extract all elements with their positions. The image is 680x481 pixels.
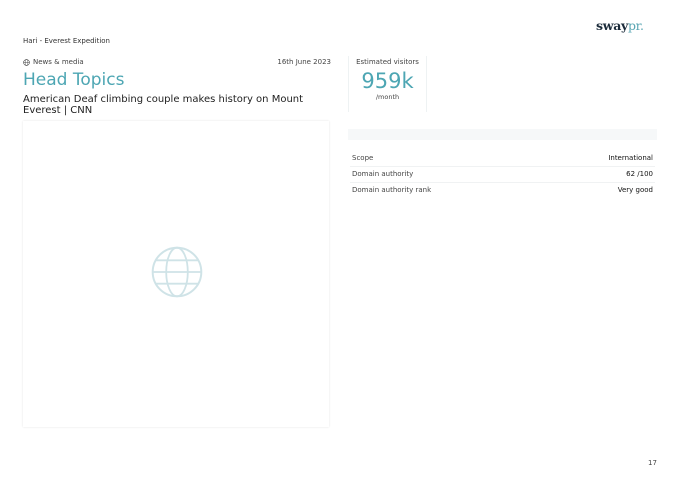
breadcrumb: Hari - Everest Expedition: [23, 37, 110, 45]
visitors-value: 959k: [361, 69, 414, 93]
info-row-domain-authority: Domain authority 62 /100: [350, 167, 655, 183]
info-table: Scope International Domain authority 62 …: [350, 151, 655, 198]
logo-main: sway: [596, 18, 628, 33]
outlet-name[interactable]: Head Topics: [23, 70, 124, 90]
article-headline[interactable]: American Deaf climbing couple makes hist…: [23, 94, 323, 116]
info-value: Very good: [617, 186, 653, 194]
info-value: International: [608, 154, 653, 162]
visitors-card: Estimated visitors 959k /month: [348, 56, 427, 112]
page-number: 17: [648, 459, 657, 467]
globe-icon: [23, 58, 30, 66]
article-preview-image[interactable]: [23, 121, 329, 427]
info-row-domain-authority-rank: Domain authority rank Very good: [350, 183, 655, 198]
logo-suffix: pr.: [627, 18, 644, 33]
category: News & media: [23, 58, 84, 66]
swaypr-logo: swaypr.: [596, 18, 644, 33]
info-key: Scope: [352, 154, 374, 162]
info-value: 62 /100: [626, 170, 653, 178]
globe-icon: [151, 246, 203, 298]
info-row-scope: Scope International: [350, 151, 655, 167]
info-header-bar: [348, 129, 657, 140]
info-key: Domain authority: [352, 170, 414, 178]
article-date: 16th June 2023: [277, 58, 331, 66]
visitors-label: Estimated visitors: [356, 58, 419, 66]
category-label: News & media: [33, 58, 84, 66]
article-meta: News & media 16th June 2023: [23, 58, 331, 68]
info-key: Domain authority rank: [352, 186, 432, 194]
visitors-unit: /month: [375, 93, 400, 101]
